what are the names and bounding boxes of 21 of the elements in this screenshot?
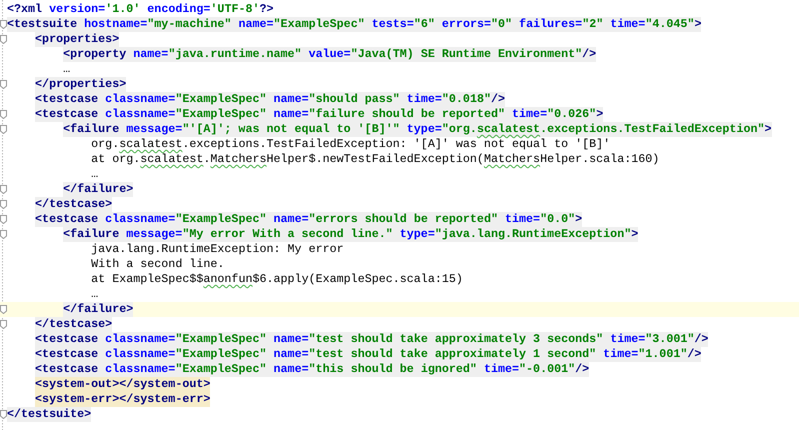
code-line: … xyxy=(63,62,70,77)
code-line: org.scalatest.exceptions.TestFailedException: '[A]' was not equal to '[B]' xyxy=(91,137,610,152)
fold-marker-icon[interactable] xyxy=(0,305,7,314)
fold-marker-icon[interactable] xyxy=(0,110,7,119)
fold-marker-icon[interactable] xyxy=(0,20,7,29)
fold-marker-icon[interactable] xyxy=(0,35,7,44)
fold-marker-icon[interactable] xyxy=(0,185,7,194)
code-line: at ExampleSpec$$anonfun$6.apply(ExampleSpec.scala:15) xyxy=(91,272,463,287)
code-line: … xyxy=(91,167,98,182)
fold-marker-icon[interactable] xyxy=(0,80,7,89)
code-line: java.lang.RuntimeException: My error xyxy=(91,242,344,257)
code-line: <?xml version='1.0' encoding='UTF-8'?> xyxy=(7,2,274,17)
fold-marker-icon[interactable] xyxy=(0,320,7,329)
code-line: … xyxy=(91,287,98,302)
fold-marker-icon[interactable] xyxy=(0,200,7,209)
fold-marker-icon[interactable] xyxy=(0,230,7,239)
code-line: With a second line. xyxy=(91,257,224,272)
fold-marker-icon[interactable] xyxy=(0,410,7,419)
fold-marker-icon[interactable] xyxy=(0,215,7,224)
code-line: at org.scalatest.MatchersHelper$.newTestFailedException(MatchersHelper.scala:160) xyxy=(91,152,660,167)
fold-marker-icon[interactable] xyxy=(0,125,7,134)
